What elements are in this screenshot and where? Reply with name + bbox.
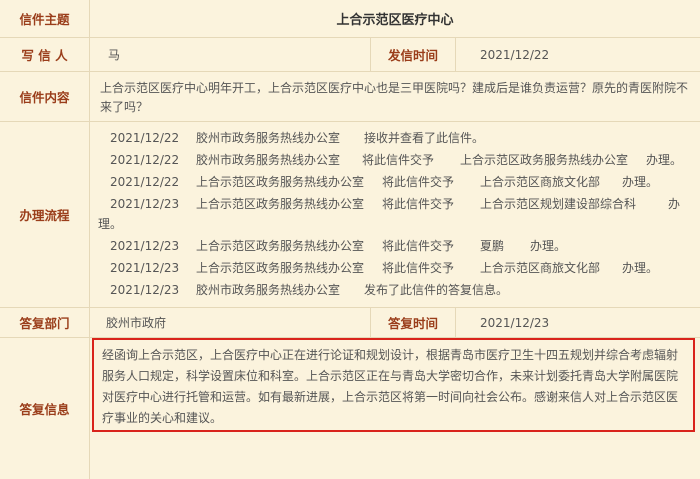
step-tail: 办理。 (530, 239, 567, 253)
step-tail: 办理。 (646, 153, 683, 167)
process-list: 2021/12/22 胶州市政务服务热线办公室 接收并查看了此信件。 2021/12… (90, 122, 700, 307)
step-date: 2021/12/23 (110, 283, 180, 297)
writer-row: 写 信 人 马 发信时间 2021/12/22 (0, 38, 700, 72)
step-target: 夏鹏 (480, 239, 505, 253)
step-office: 上合示范区政务服务热线办公室 (196, 261, 365, 275)
step-tail: 办 (668, 197, 681, 211)
send-time-value: 2021/12/22 (480, 47, 550, 62)
content-label: 信件内容 (0, 72, 90, 121)
content-row: 信件内容 上合示范区医疗中心明年开工，上合示范区医疗中心也是三甲医院吗？建成后是… (0, 72, 700, 122)
reply-time-value: 2021/12/23 (480, 315, 550, 330)
step-action: 将此信件交予 (382, 261, 455, 275)
process-step: 2021/12/23 上合示范区政务服务热线办公室 将此信件交予 夏鹏 办理。 (110, 235, 692, 257)
process-row: 办理流程 2021/12/22 胶州市政务服务热线办公室 接收并查看了此信件。 20… (0, 122, 700, 308)
step-date: 2021/12/22 (110, 153, 180, 167)
step-action: 接收并查看了此信件。 (364, 131, 485, 145)
step-target: 上合示范区商旅文化部 (480, 175, 601, 189)
step-office: 上合示范区政务服务热线办公室 (196, 197, 365, 211)
process-step: 2021/12/23 胶州市政务服务热线办公室 发布了此信件的答复信息。 (110, 279, 692, 301)
step-date: 2021/12/23 (110, 239, 180, 253)
step-date: 2021/12/22 (110, 131, 180, 145)
reply-label: 答复信息 (0, 338, 90, 479)
reply-dept-label: 答复部门 (0, 308, 90, 337)
writer-value: 马 (108, 48, 121, 62)
process-step: 2021/12/22 上合示范区政务服务热线办公室 将此信件交予 上合示范区商旅文化部… (110, 171, 692, 193)
step-tail: 办理。 (622, 175, 659, 189)
step-office: 胶州市政务服务热线办公室 (196, 153, 341, 167)
reply-highlight-box: 经函询上合示范区，上合医疗中心正在进行论证和规划设计，根据青岛市医疗卫生十四五规… (92, 338, 695, 432)
subject-value: 上合示范区医疗中心 (336, 13, 454, 28)
step-date: 2021/12/22 (110, 175, 180, 189)
step-action: 将此信件交予 (362, 153, 435, 167)
step-action: 将此信件交予 (382, 197, 455, 211)
process-step: 2021/12/22 胶州市政务服务热线办公室 将此信件交予 上合示范区政务服务热线办… (110, 149, 692, 171)
reply-value: 经函询上合示范区，上合医疗中心正在进行论证和规划设计，根据青岛市医疗卫生十四五规… (102, 348, 679, 425)
step-office: 上合示范区政务服务热线办公室 (196, 239, 365, 253)
step-target: 上合示范区商旅文化部 (480, 261, 601, 275)
subject-row: 信件主题 上合示范区医疗中心 (0, 0, 700, 38)
reply-dept-row: 答复部门 胶州市政府 答复时间 2021/12/23 (0, 308, 700, 338)
step-date: 2021/12/23 (110, 261, 180, 275)
send-time-label: 发信时间 (370, 38, 456, 71)
process-step: 2021/12/22 胶州市政务服务热线办公室 接收并查看了此信件。 (110, 127, 692, 149)
content-value: 上合示范区医疗中心明年开工，上合示范区医疗中心也是三甲医院吗？建成后是谁负责运营… (100, 81, 689, 114)
step-target: 上合示范区政务服务热线办公室 (460, 153, 629, 167)
step-action: 将此信件交予 (382, 239, 455, 253)
step-office: 上合示范区政务服务热线办公室 (196, 175, 365, 189)
letter-detail-table: 信件主题 上合示范区医疗中心 写 信 人 马 发信时间 2021/12/22 信… (0, 0, 700, 479)
writer-label: 写 信 人 (0, 38, 90, 71)
reply-time-label: 答复时间 (370, 308, 456, 337)
step-tail: 办理。 (622, 261, 659, 275)
step-action: 将此信件交予 (382, 175, 455, 189)
process-step: 2021/12/23 上合示范区政务服务热线办公室 将此信件交予 上合示范区商旅文化部… (110, 257, 692, 279)
process-label: 办理流程 (0, 122, 90, 307)
reply-dept-value: 胶州市政府 (106, 316, 167, 330)
step-continuation: 理。 (98, 217, 123, 231)
step-office: 胶州市政务服务热线办公室 (196, 131, 341, 145)
process-step: 2021/12/23 上合示范区政务服务热线办公室 将此信件交予 上合示范区规划建设部… (110, 193, 692, 215)
step-target: 上合示范区规划建设部综合科 (480, 197, 637, 211)
step-office: 胶州市政务服务热线办公室 (196, 283, 341, 297)
step-date: 2021/12/23 (110, 197, 180, 211)
step-action: 发布了此信件的答复信息。 (364, 283, 509, 297)
subject-label: 信件主题 (0, 0, 90, 37)
